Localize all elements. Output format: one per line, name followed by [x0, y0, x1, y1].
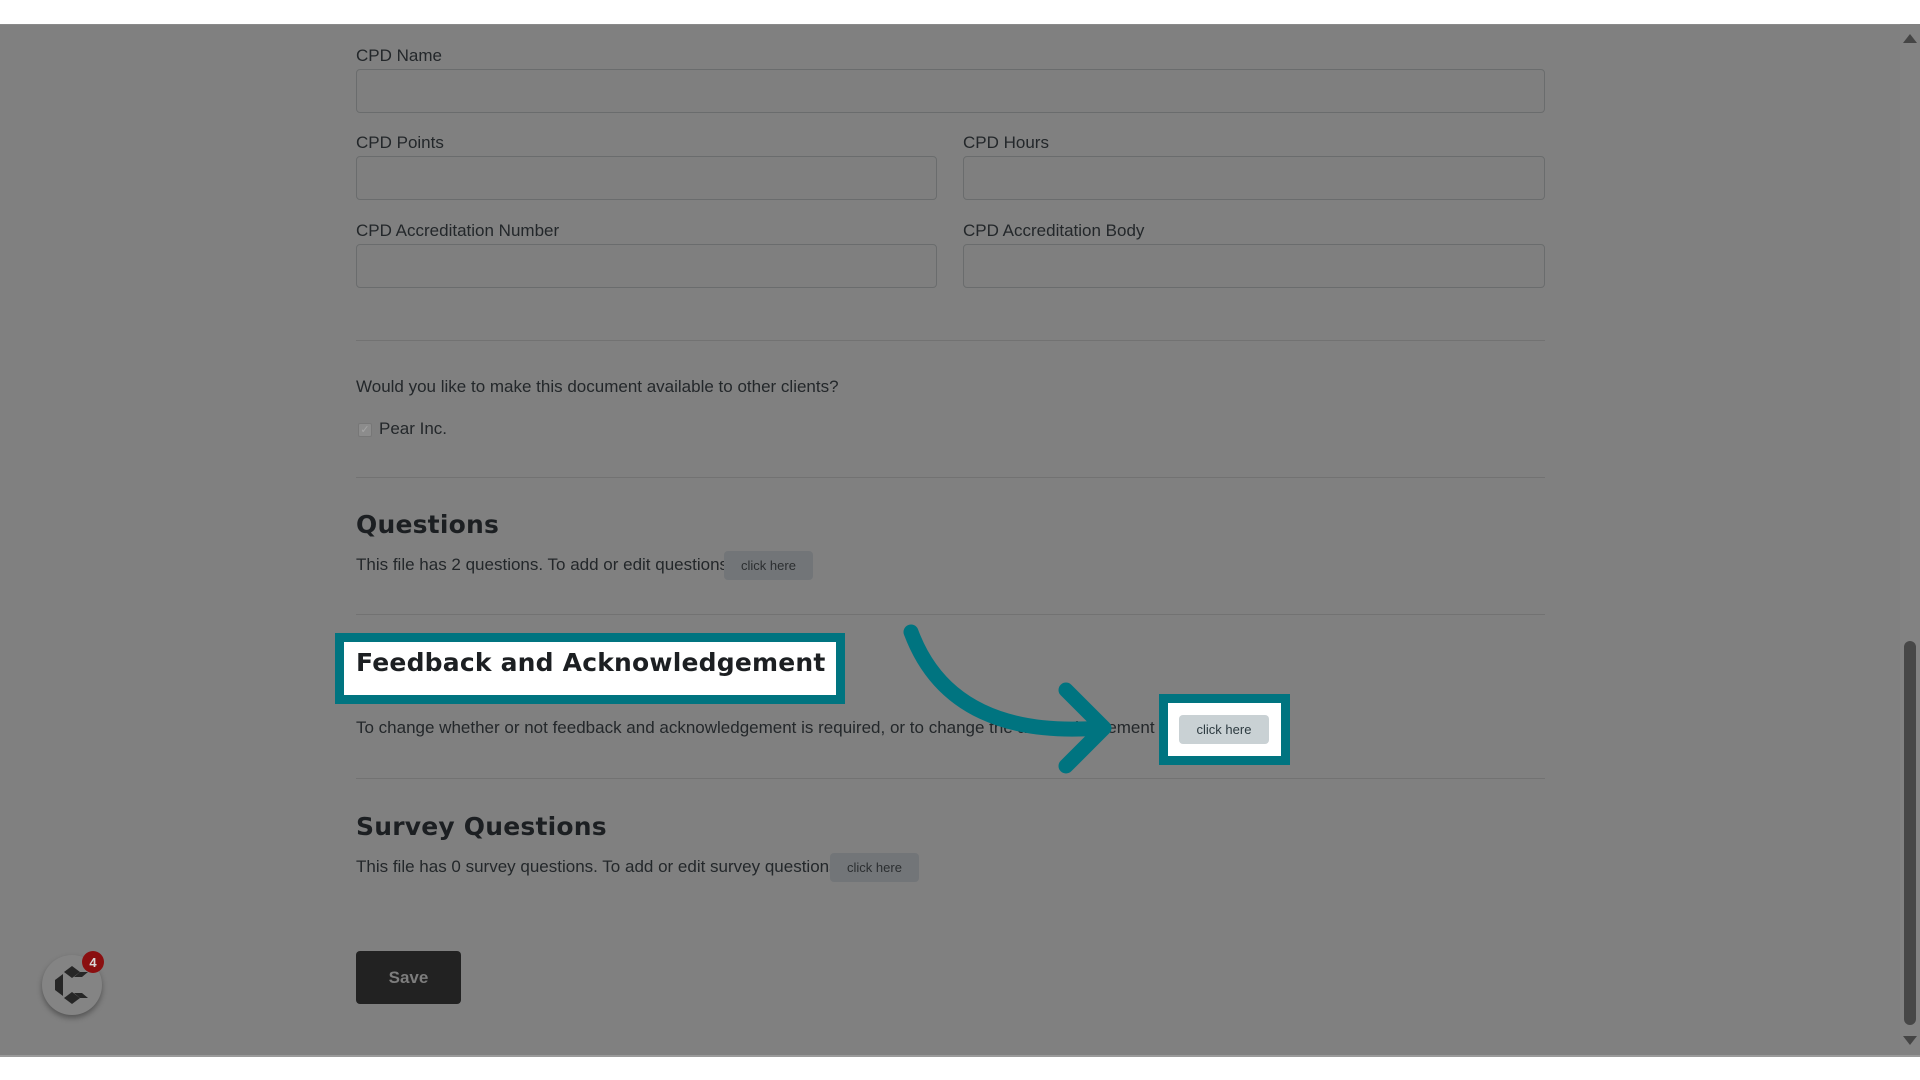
- page-content-dimmed: [0, 24, 1920, 1055]
- divider: [356, 477, 1545, 478]
- save-button[interactable]: Save: [356, 951, 461, 1004]
- sharing-question: Would you like to make this document ava…: [356, 377, 839, 396]
- check-icon: ✓: [360, 424, 370, 436]
- cpd-name-input[interactable]: [356, 69, 1545, 113]
- scroll-down-arrow-icon[interactable]: [1903, 1036, 1917, 1045]
- feedback-click-here-button[interactable]: click here: [1179, 715, 1269, 744]
- cpd-points-label: CPD Points: [356, 133, 444, 152]
- top-bar: [0, 0, 1920, 24]
- bottom-bar: [0, 1055, 1920, 1080]
- cpd-accreditation-number-input[interactable]: [356, 244, 937, 288]
- scrollbar-thumb[interactable]: [1904, 641, 1916, 1025]
- questions-click-here-button[interactable]: click here: [724, 551, 813, 580]
- cpd-hours-input[interactable]: [963, 156, 1545, 200]
- divider: [356, 614, 1545, 615]
- pear-inc-checkbox[interactable]: ✓: [358, 423, 372, 437]
- questions-description: This file has 2 questions. To add or edi…: [356, 555, 729, 574]
- pear-inc-label: Pear Inc.: [379, 419, 448, 438]
- divider: [356, 340, 1545, 341]
- scroll-up-arrow-icon[interactable]: [1903, 34, 1917, 43]
- survey-description: This file has 0 survey questions. To add…: [356, 857, 838, 876]
- feedback-title: Feedback and Acknowledgement: [356, 648, 826, 677]
- divider: [356, 778, 1545, 779]
- cpd-points-input[interactable]: [356, 156, 937, 200]
- cpd-hours-label: CPD Hours: [963, 133, 1049, 152]
- feedback-description: To change whether or not feedback and ac…: [356, 718, 1187, 737]
- survey-title: Survey Questions: [356, 812, 607, 841]
- notification-badge: 4: [82, 951, 104, 973]
- cpd-name-label: CPD Name: [356, 46, 442, 65]
- cpd-accreditation-body-label: CPD Accreditation Body: [963, 221, 1145, 240]
- survey-click-here-button[interactable]: click here: [830, 853, 919, 882]
- cpd-accreditation-number-label: CPD Accreditation Number: [356, 221, 560, 240]
- questions-title: Questions: [356, 510, 500, 539]
- cpd-accreditation-body-input[interactable]: [963, 244, 1545, 288]
